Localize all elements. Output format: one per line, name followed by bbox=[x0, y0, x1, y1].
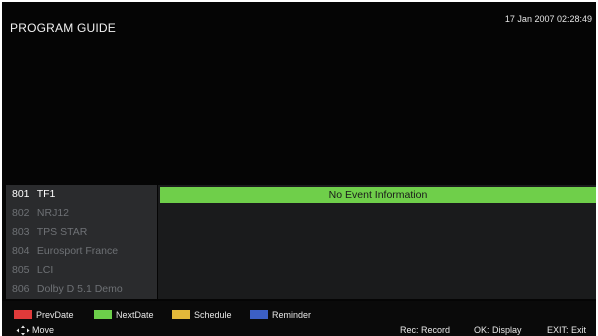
channel-item-803[interactable]: 803 TPS STAR bbox=[6, 223, 157, 242]
nextdate-key[interactable]: NextDate bbox=[94, 309, 154, 321]
event-panel: No Event Information bbox=[158, 185, 596, 299]
channel-name: Eurosport France bbox=[36, 245, 119, 257]
channel-item-805[interactable]: 805 LCI bbox=[6, 261, 157, 280]
channel-name: NRJ12 bbox=[36, 207, 70, 219]
datetime-readout: 17 Jan 2007 02:28:49 bbox=[504, 14, 592, 24]
channel-list: 801 TF1 802 NRJ12 803 TPS STAR 804 Euros… bbox=[6, 185, 157, 299]
record-hint: Rec: Record bbox=[400, 325, 451, 335]
green-key-icon bbox=[94, 310, 112, 320]
move-label: Move bbox=[32, 325, 55, 335]
blue-key-icon bbox=[250, 310, 268, 320]
schedule-label: Schedule bbox=[194, 310, 232, 320]
channel-name: Dolby D 5.1 Demo bbox=[36, 283, 123, 295]
red-key-icon bbox=[14, 310, 32, 320]
reminder-label: Reminder bbox=[272, 310, 312, 320]
channel-item-804[interactable]: 804 Eurosport France bbox=[6, 242, 157, 261]
channel-name: TPS STAR bbox=[36, 226, 88, 238]
channel-item-806[interactable]: 806 Dolby D 5.1 Demo bbox=[6, 280, 157, 299]
channel-number: 806 bbox=[12, 283, 30, 295]
schedule-key[interactable]: Schedule bbox=[172, 309, 232, 321]
prevdate-label: PrevDate bbox=[36, 310, 74, 320]
move-arrows-icon bbox=[16, 325, 30, 336]
display-hint: OK: Display bbox=[474, 325, 522, 335]
program-guide-screen: PROGRAM GUIDE 17 Jan 2007 02:28:49 801 T… bbox=[2, 2, 596, 336]
channel-number: 805 bbox=[12, 264, 30, 276]
channel-number: 802 bbox=[12, 207, 30, 219]
channel-number: 803 bbox=[12, 226, 30, 238]
move-hint: Move bbox=[16, 325, 54, 336]
channel-name: TF1 bbox=[36, 188, 56, 200]
channel-item-801[interactable]: 801 TF1 bbox=[6, 185, 157, 204]
channel-item-802[interactable]: 802 NRJ12 bbox=[6, 204, 157, 223]
reminder-key[interactable]: Reminder bbox=[250, 309, 311, 321]
channel-number: 801 bbox=[12, 188, 30, 200]
prevdate-key[interactable]: PrevDate bbox=[14, 309, 74, 321]
event-info-bar[interactable]: No Event Information bbox=[160, 187, 596, 203]
channel-name: LCI bbox=[36, 264, 54, 276]
nextdate-label: NextDate bbox=[116, 310, 154, 320]
channel-number: 804 bbox=[12, 245, 30, 257]
exit-hint: EXIT: Exit bbox=[547, 325, 587, 335]
yellow-key-icon bbox=[172, 310, 190, 320]
footer-help-bar: PrevDate NextDate Schedule Reminder Move… bbox=[2, 301, 596, 336]
page-title: PROGRAM GUIDE bbox=[10, 21, 116, 35]
